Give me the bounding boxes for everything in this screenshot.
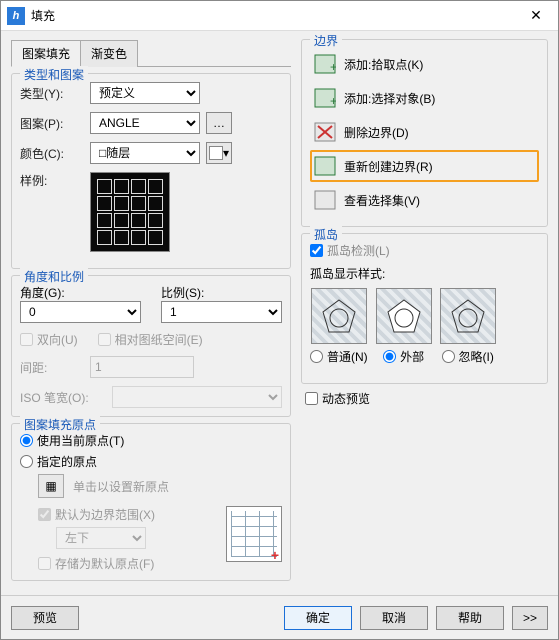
label-click-set-origin: 单击以设置新原点 xyxy=(73,478,169,495)
recreate-boundary-icon xyxy=(312,154,338,178)
label-sample: 样例: xyxy=(20,172,84,189)
input-spacing xyxy=(90,356,194,378)
expand-button[interactable]: >> xyxy=(512,606,548,630)
delete-boundary-icon xyxy=(312,120,338,144)
app-icon: h xyxy=(7,7,25,25)
island-style-outer-pic[interactable] xyxy=(376,288,432,344)
radio-specify-origin[interactable]: 指定的原点 xyxy=(20,453,282,470)
select-corner: 左下 xyxy=(56,527,146,549)
boundary-add-pick[interactable]: + 添加:拾取点(K) xyxy=(310,48,539,80)
footer: 预览 确定 取消 帮助 >> xyxy=(1,595,558,639)
preview-button[interactable]: 预览 xyxy=(11,606,79,630)
checkbox-bidirectional[interactable]: 双向(U) xyxy=(20,331,78,348)
legend-island: 孤岛 xyxy=(310,226,342,243)
boundary-view-selection[interactable]: 查看选择集(V) xyxy=(310,184,539,216)
help-button[interactable]: 帮助 xyxy=(436,606,504,630)
view-selection-icon xyxy=(312,188,338,212)
radio-island-normal[interactable]: 普通(N) xyxy=(310,348,368,365)
svg-text:+: + xyxy=(330,94,336,108)
select-iso-pen xyxy=(112,386,282,408)
tab-gradient[interactable]: 渐变色 xyxy=(80,40,138,67)
label-type: 类型(Y): xyxy=(20,85,84,102)
label-pattern: 图案(P): xyxy=(20,115,84,132)
svg-text:+: + xyxy=(330,60,336,74)
boundary-recreate[interactable]: 重新创建边界(R) xyxy=(310,150,539,182)
title-bar: h 填充 ✕ xyxy=(1,1,558,31)
select-scale[interactable]: 1 xyxy=(161,301,282,323)
island-style-ignore-pic[interactable] xyxy=(440,288,496,344)
boundary-delete[interactable]: 删除边界(D) xyxy=(310,116,539,148)
select-angle[interactable]: 0 xyxy=(20,301,141,323)
group-type-pattern: 类型和图案 类型(Y): 预定义 图案(P): ANGLE … 颜色(C): □… xyxy=(11,73,291,269)
cancel-button[interactable]: 取消 xyxy=(360,606,428,630)
radio-use-current-origin[interactable]: 使用当前原点(T) xyxy=(20,432,282,449)
legend-angle-scale: 角度和比例 xyxy=(20,268,88,285)
checkbox-store-default: 存储为默认原点(F) xyxy=(38,555,218,572)
ok-button[interactable]: 确定 xyxy=(284,606,352,630)
pick-point-icon: + xyxy=(312,52,338,76)
group-island: 孤岛 孤岛检测(L) 孤岛显示样式: 普通(N) 外部 忽略(I) xyxy=(301,233,548,384)
tab-pattern-fill[interactable]: 图案填充 xyxy=(11,40,81,67)
select-pattern[interactable]: ANGLE xyxy=(90,112,200,134)
sample-swatch[interactable] xyxy=(90,172,170,252)
group-origin: 图案填充原点 使用当前原点(T) 指定的原点 ▦ 单击以设置新原点 默认为边界范… xyxy=(11,423,291,581)
legend-boundary: 边界 xyxy=(310,32,342,49)
color-swatch-button[interactable]: ▾ xyxy=(206,142,232,164)
window-title: 填充 xyxy=(31,7,514,24)
legend-type-pattern: 类型和图案 xyxy=(20,66,88,83)
label-scale: 比例(S): xyxy=(161,284,282,301)
radio-island-ignore[interactable]: 忽略(I) xyxy=(442,348,494,365)
checkbox-default-extent: 默认为边界范围(X) xyxy=(38,506,218,523)
label-iso-pen: ISO 笔宽(O): xyxy=(20,389,106,406)
label-color: 颜色(C): xyxy=(20,145,84,162)
select-color[interactable]: □随层 xyxy=(90,142,200,164)
group-boundary: 边界 + 添加:拾取点(K) + 添加:选择对象(B) 删除边界(D) 重新创建… xyxy=(301,39,548,227)
checkbox-island-detect[interactable]: 孤岛检测(L) xyxy=(310,242,539,259)
checkbox-dynamic-preview[interactable]: 动态预览 xyxy=(305,390,548,407)
legend-origin: 图案填充原点 xyxy=(20,416,100,433)
origin-preview-swatch xyxy=(226,506,282,562)
close-button[interactable]: ✕ xyxy=(514,1,558,31)
group-angle-scale: 角度和比例 角度(G): 0 比例(S): 1 双向(U) 相对图纸空间(E) xyxy=(11,275,291,417)
boundary-add-select[interactable]: + 添加:选择对象(B) xyxy=(310,82,539,114)
pick-origin-icon: ▦ xyxy=(38,474,64,498)
island-style-normal-pic[interactable] xyxy=(311,288,367,344)
label-spacing: 间距: xyxy=(20,359,84,376)
tab-bar: 图案填充 渐变色 xyxy=(11,39,291,67)
select-type[interactable]: 预定义 xyxy=(90,82,200,104)
pattern-browse-button[interactable]: … xyxy=(206,112,232,134)
select-object-icon: + xyxy=(312,86,338,110)
label-angle: 角度(G): xyxy=(20,284,141,301)
checkbox-relative-paper[interactable]: 相对图纸空间(E) xyxy=(98,331,203,348)
label-island-style: 孤岛显示样式: xyxy=(310,265,539,282)
radio-island-outer[interactable]: 外部 xyxy=(383,348,424,365)
